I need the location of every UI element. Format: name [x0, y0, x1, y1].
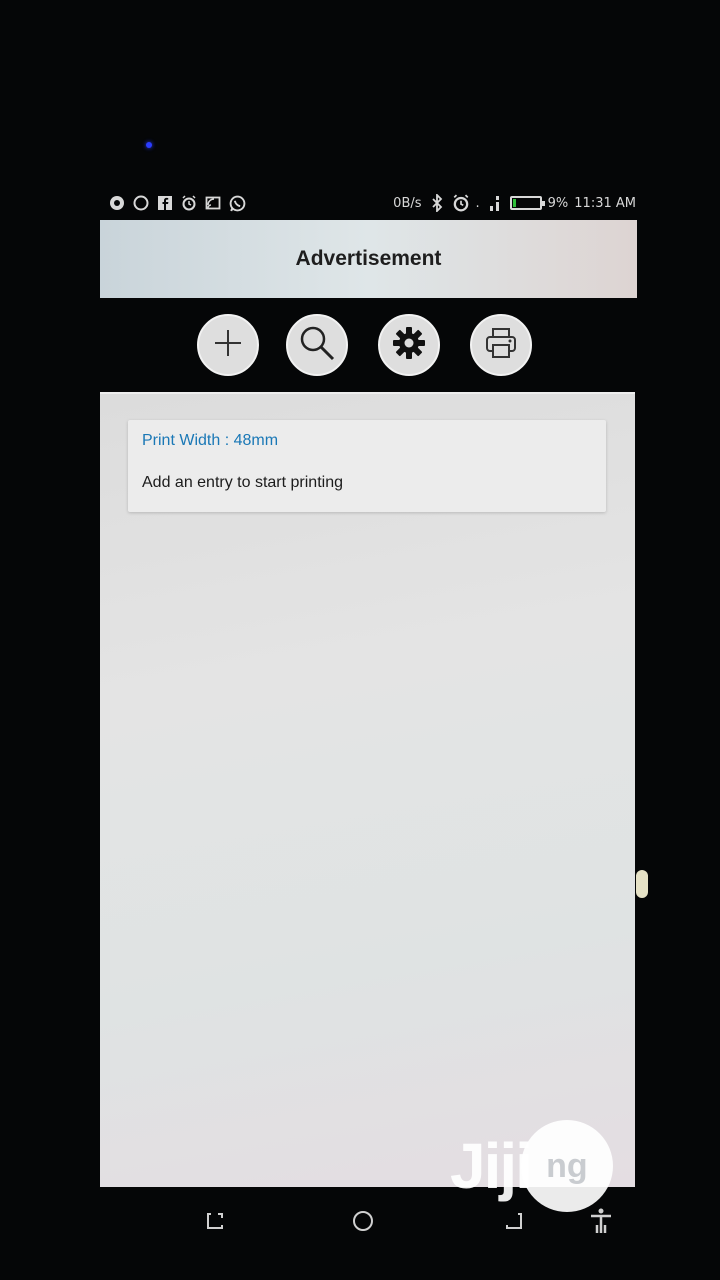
- empty-state-message: Add an entry to start printing: [142, 474, 343, 491]
- phone-screen: 0B/s . 9% 11:31 AM Advertisement Print W…: [0, 0, 720, 1280]
- watermark-suffix: ng: [546, 1146, 588, 1185]
- gear-icon: [391, 325, 427, 365]
- network-speed: 0B/s: [393, 195, 422, 211]
- status-bar-right: 0B/s . 9% 11:31 AM: [393, 194, 636, 212]
- facebook-icon: [156, 194, 174, 212]
- cast-icon: [204, 194, 222, 212]
- status-time: 11:31 AM: [574, 195, 636, 211]
- status-bar: 0B/s . 9% 11:31 AM: [108, 188, 636, 218]
- alarm-icon: [180, 194, 198, 212]
- navigation-bar: [180, 1200, 630, 1248]
- print-button[interactable]: [470, 314, 532, 376]
- back-button[interactable]: [498, 1208, 528, 1238]
- add-button[interactable]: [197, 314, 259, 376]
- print-width-label: Print Width : 48mm: [142, 432, 279, 449]
- side-button: [636, 870, 648, 898]
- search-icon: [298, 324, 336, 366]
- signal-dot: .: [475, 195, 480, 211]
- watermark-badge: ng: [520, 1120, 613, 1212]
- chrome-icon: [108, 194, 126, 212]
- toolbar: [100, 310, 637, 382]
- recent-apps-button[interactable]: [200, 1208, 230, 1238]
- recent-apps-icon: [204, 1210, 226, 1236]
- search-button[interactable]: [286, 314, 348, 376]
- watermark-brand: Jiji: [450, 1130, 533, 1202]
- settings-button[interactable]: [378, 314, 440, 376]
- printer-icon: [483, 325, 519, 365]
- chat-bubble-icon: [132, 194, 150, 212]
- home-icon: [351, 1209, 375, 1237]
- home-button[interactable]: [348, 1208, 378, 1238]
- battery-percent: 9%: [547, 195, 569, 211]
- info-card: Print Width : 48mm Add an entry to start…: [128, 420, 606, 512]
- entries-panel: Print Width : 48mm Add an entry to start…: [100, 392, 635, 1187]
- app-bar: Advertisement: [100, 220, 637, 298]
- battery-level-fill: [512, 199, 516, 207]
- whatsapp-icon: [228, 194, 246, 212]
- back-icon: [502, 1210, 524, 1236]
- status-bar-left: [108, 194, 246, 212]
- plus-icon: [213, 328, 243, 362]
- alarm-icon: [452, 194, 470, 212]
- battery-icon: [509, 196, 545, 210]
- page-title: Advertisement: [295, 247, 442, 270]
- notification-led: [146, 142, 152, 148]
- accessibility-icon: [589, 1208, 613, 1238]
- signal-icon: [486, 194, 504, 212]
- bluetooth-icon: [428, 194, 446, 212]
- accessibility-button[interactable]: [586, 1208, 616, 1238]
